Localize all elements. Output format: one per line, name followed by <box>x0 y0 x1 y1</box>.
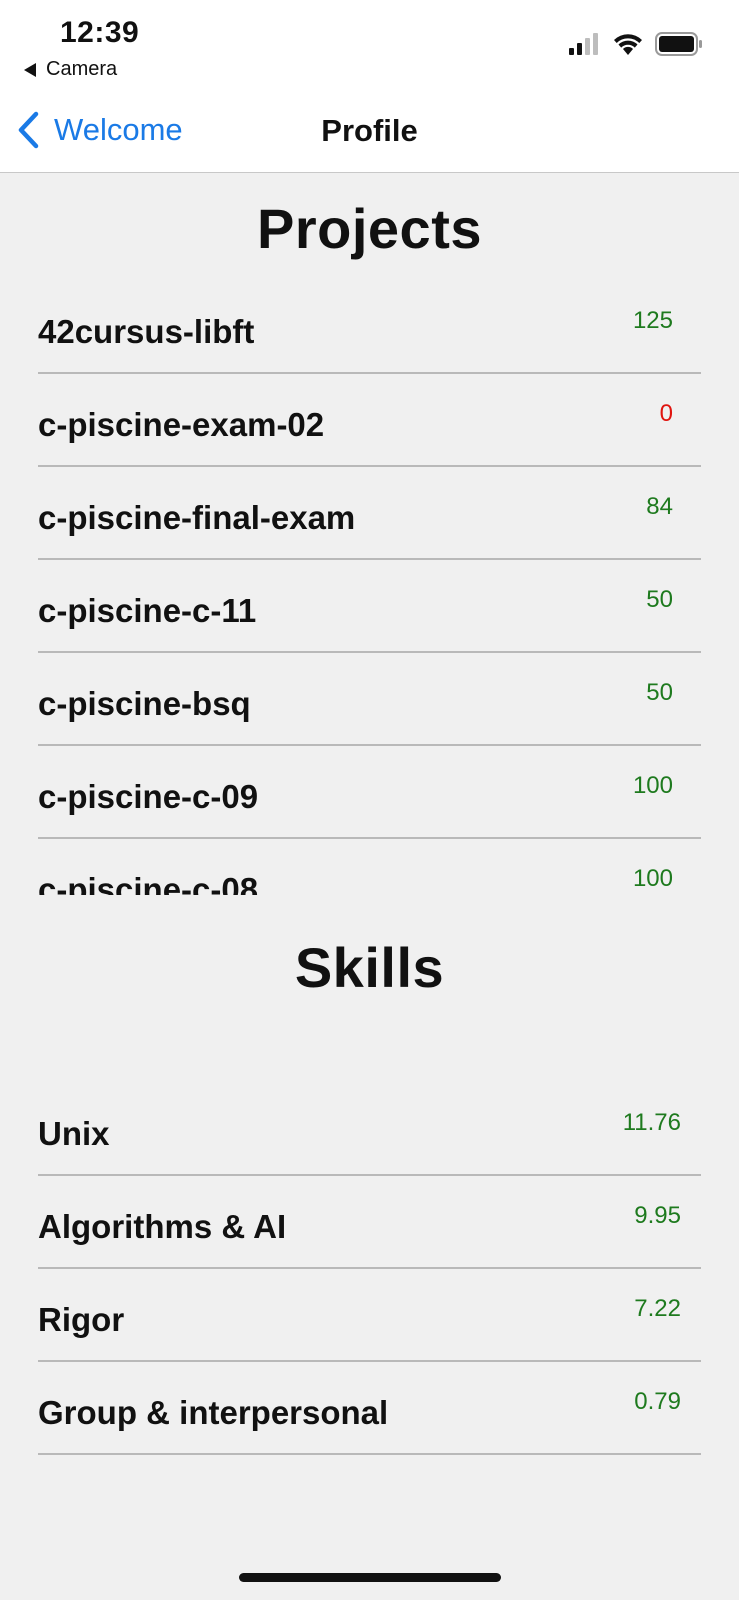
project-name: 42cursus-libft <box>38 313 255 350</box>
back-app-label: Camera <box>46 58 118 80</box>
project-score: 50 <box>646 679 673 706</box>
skill-level: 7.22 <box>634 1295 681 1322</box>
skill-row[interactable]: Algorithms & AI 9.95 <box>38 1176 701 1269</box>
project-name: c-piscine-c-09 <box>38 778 259 815</box>
skill-name: Algorithms & AI <box>38 1208 287 1245</box>
skill-name: Rigor <box>38 1301 125 1338</box>
skill-level: 11.76 <box>622 1109 681 1136</box>
skill-name: Group & interpersonal <box>38 1394 389 1431</box>
project-row[interactable]: c-piscine-exam-02 0 <box>38 374 701 467</box>
skill-row[interactable]: Rigor 7.22 <box>38 1269 701 1362</box>
project-row[interactable]: c-piscine-c-11 50 <box>38 560 701 653</box>
project-name: c-piscine-c-08 <box>38 871 259 895</box>
status-icons <box>569 32 703 56</box>
project-score: 100 <box>632 865 673 892</box>
home-indicator[interactable] <box>239 1573 501 1582</box>
nav-title: Profile <box>321 113 418 148</box>
project-row[interactable]: c-piscine-c-09 100 <box>38 746 701 839</box>
skills-list[interactable]: Unix 11.76 Algorithms & AI 9.95 Rigor 7.… <box>0 1083 739 1463</box>
project-row[interactable]: c-piscine-bsq 50 <box>38 653 701 746</box>
skill-row[interactable]: Group & interpersonal 0.79 <box>38 1362 701 1455</box>
project-row[interactable]: c-piscine-c-08 100 <box>38 839 701 895</box>
skill-name: Unix <box>38 1115 110 1152</box>
project-score: 84 <box>646 493 673 520</box>
project-name: c-piscine-exam-02 <box>38 406 325 443</box>
back-triangle-icon <box>24 62 36 77</box>
project-score: 100 <box>632 772 673 799</box>
profile-screen: 12:39 Camera Welcome Profile Projects 42… <box>0 0 739 1600</box>
back-to-app-link[interactable]: Camera <box>24 58 117 81</box>
project-name: c-piscine-final-exam <box>38 499 356 536</box>
skill-row[interactable]: Unix 11.76 <box>38 1083 701 1176</box>
project-score: 125 <box>632 307 673 334</box>
project-name: c-piscine-c-11 <box>38 592 257 629</box>
project-name: c-piscine-bsq <box>38 685 251 722</box>
wifi-icon <box>614 34 642 55</box>
project-row[interactable]: c-piscine-final-exam 84 <box>38 467 701 560</box>
skill-level: 0.79 <box>634 1388 681 1415</box>
navigation-bar: Welcome Profile <box>0 95 739 173</box>
projects-list[interactable]: 42cursus-libft 125 c-piscine-exam-02 0 c… <box>0 302 739 895</box>
project-row[interactable]: 42cursus-libft 125 <box>38 302 701 374</box>
battery-icon <box>655 32 702 56</box>
cellular-signal-icon <box>569 33 598 55</box>
project-score: 0 <box>659 400 673 427</box>
skills-heading: Skills <box>294 936 445 999</box>
status-time: 12:39 <box>60 16 140 49</box>
skill-level: 9.95 <box>634 1202 681 1229</box>
projects-heading: Projects <box>257 197 482 260</box>
project-score: 50 <box>646 586 673 613</box>
status-bar: 12:39 Camera <box>0 0 739 95</box>
